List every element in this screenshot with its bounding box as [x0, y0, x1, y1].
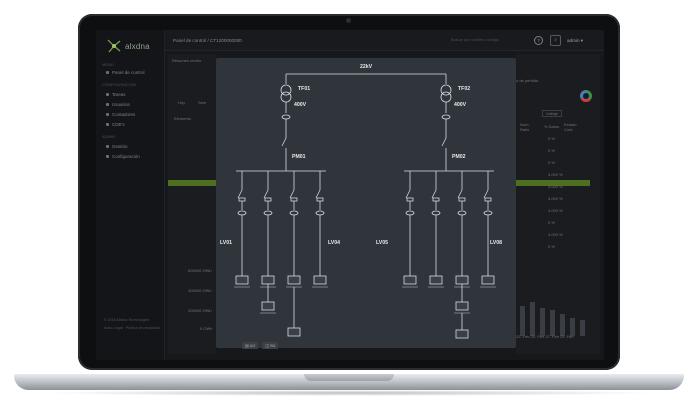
- management-icon: [106, 145, 109, 148]
- col-header-data: % Datos: [544, 124, 560, 129]
- energy-bar: [580, 320, 585, 336]
- laptop-notch: [304, 374, 394, 381]
- tasks-icon: [106, 93, 109, 96]
- elements-title: Elemento: [174, 116, 191, 121]
- feeder-line: [454, 171, 470, 314]
- modal-footer-tabs: ▤ UG ◫ SN: [242, 342, 279, 349]
- sidebar: alxdna MENÚ Panel de control CONFIGURACI…: [96, 30, 165, 360]
- voltage-select[interactable]: Voltaje: [542, 110, 563, 117]
- sidebar-item-cdes[interactable]: CDE's: [106, 122, 125, 127]
- sidebar-item-label: Gestión: [112, 144, 128, 149]
- feeder-line: [428, 171, 444, 288]
- date-axis: 23. Feb 25. Feb 27. Feb 29. Feb: [516, 334, 574, 339]
- feeder-line: [286, 171, 302, 288]
- breaker-pm01-label[interactable]: PM01: [292, 154, 306, 160]
- losses-row-value: 0 %: [548, 220, 555, 225]
- laptop-shadow: [40, 390, 658, 396]
- tab-today[interactable]: Hoy: [178, 100, 185, 105]
- feeder-line: [234, 171, 250, 288]
- voltage-title: 22kV: [360, 64, 373, 70]
- sidebar-item-label: Tareas: [112, 92, 126, 97]
- losses-row-value: 4.000 %: [548, 208, 563, 213]
- breadcrumb[interactable]: Panel de control / CT1200000000: [173, 38, 242, 43]
- brand-logo[interactable]: alxdna: [106, 38, 150, 54]
- user-menu[interactable]: admin ▾: [567, 38, 583, 44]
- losses-row-value: 4.000 %: [548, 196, 563, 201]
- nav-section-menu: MENÚ: [102, 62, 114, 67]
- energy-bar: [540, 308, 545, 336]
- sidebar-item-meters[interactable]: Contadores: [106, 112, 135, 117]
- line-lv05-label[interactable]: LV05: [376, 240, 388, 246]
- line-lv01-label[interactable]: LV01: [220, 240, 232, 246]
- footer-legal-link[interactable]: Aviso Legal · Política de privacidad: [104, 326, 160, 330]
- axis-label-200k: 200000 OWh: [188, 308, 212, 313]
- dashboard-icon: [106, 71, 109, 74]
- feeder-extra: [287, 287, 469, 339]
- search-input[interactable]: Buscar por nombre o código: [451, 38, 499, 42]
- feeder-line: [402, 171, 418, 288]
- axis-label-400k: 400000 OWh: [188, 288, 212, 293]
- sidebar-item-tasks[interactable]: Tareas: [106, 92, 126, 97]
- energy-bar: [520, 306, 525, 336]
- sidebar-item-label: Panel de control: [112, 70, 145, 75]
- nav-section-admin: ADMIN: [102, 134, 115, 139]
- gear-icon: [106, 155, 109, 158]
- sidebar-item-label: Contadores: [112, 112, 136, 117]
- line-lv04-label[interactable]: LV04: [328, 240, 340, 246]
- single-line-diagram-modal: 22kV TF01 400V TF02 400V PM01 PM02 LV01 …: [216, 58, 516, 348]
- sidebar-item-label: Usuarios: [112, 102, 130, 107]
- summary-title: Resumen centro: [172, 58, 202, 63]
- energy-bar: [530, 302, 535, 336]
- transformer-tf02-voltage: 400V: [454, 102, 467, 108]
- losses-title: o de pérdida: [516, 78, 539, 83]
- feeder-line: [480, 171, 496, 288]
- diagram-canvas: [234, 73, 496, 339]
- transformer-tf01-voltage: 400V: [294, 102, 307, 108]
- meter-icon: [106, 113, 109, 116]
- feeder-line: [312, 171, 328, 288]
- energy-bar: [560, 314, 565, 336]
- axis-label-0: 0 OWh: [200, 326, 213, 331]
- webcam-icon: [346, 18, 351, 23]
- users-icon: [106, 103, 109, 106]
- axis-label-600k: 600000 OWh: [188, 268, 212, 273]
- losses-row-value: 4.000 %: [548, 184, 563, 189]
- help-icon[interactable]: ?: [534, 36, 543, 45]
- tab-sn[interactable]: ◫ SN: [262, 342, 279, 349]
- brand-name: alxdna: [125, 41, 150, 51]
- sidebar-item-users[interactable]: Usuarios: [106, 102, 130, 107]
- breaker-pm02-label[interactable]: PM02: [452, 154, 466, 160]
- losses-row-value: 0 %: [548, 136, 555, 141]
- logo-icon: [107, 39, 121, 53]
- tab-week[interactable]: Sem: [198, 100, 206, 105]
- losses-row-value: 0 %: [548, 148, 555, 153]
- energy-bar: [550, 310, 555, 336]
- selected-row[interactable]: [168, 180, 216, 186]
- footer-copyright: © 2018 Alxdna Technologies: [104, 318, 150, 322]
- cde-icon: [106, 123, 109, 126]
- losses-row-value: 4.000 %: [548, 232, 563, 237]
- sidebar-item-settings[interactable]: Configuración: [106, 154, 140, 159]
- sidebar-item-label: CDE's: [112, 122, 125, 127]
- sidebar-item-label: Configuración: [112, 154, 140, 159]
- nav-section-config: CONFIGURACIÓN: [102, 82, 136, 87]
- transformer-tf02-label[interactable]: TF02: [458, 86, 470, 92]
- screen: alxdna MENÚ Panel de control CONFIGURACI…: [96, 30, 604, 360]
- sidebar-item-dashboard[interactable]: Panel de control: [106, 70, 145, 75]
- losses-row-value: 4.000 %: [548, 172, 563, 177]
- donut-chart: [580, 90, 592, 102]
- line-lv08-label[interactable]: LV08: [490, 240, 502, 246]
- losses-row-value: 0 %: [548, 244, 555, 249]
- col-header-ratio: Nom. Ratio: [520, 122, 530, 132]
- tab-ug[interactable]: ▤ UG: [242, 342, 259, 349]
- losses-row-value: 0 %: [548, 160, 555, 165]
- topbar: Panel de control / CT1200000000 Buscar p…: [165, 30, 604, 51]
- transformer-tf01-label[interactable]: TF01: [298, 86, 310, 92]
- sidebar-item-management[interactable]: Gestión: [106, 144, 128, 149]
- bell-icon[interactable]: ♪: [550, 35, 561, 46]
- col-header-status: Estado Cont.: [564, 122, 577, 132]
- feeder-line: [260, 171, 276, 314]
